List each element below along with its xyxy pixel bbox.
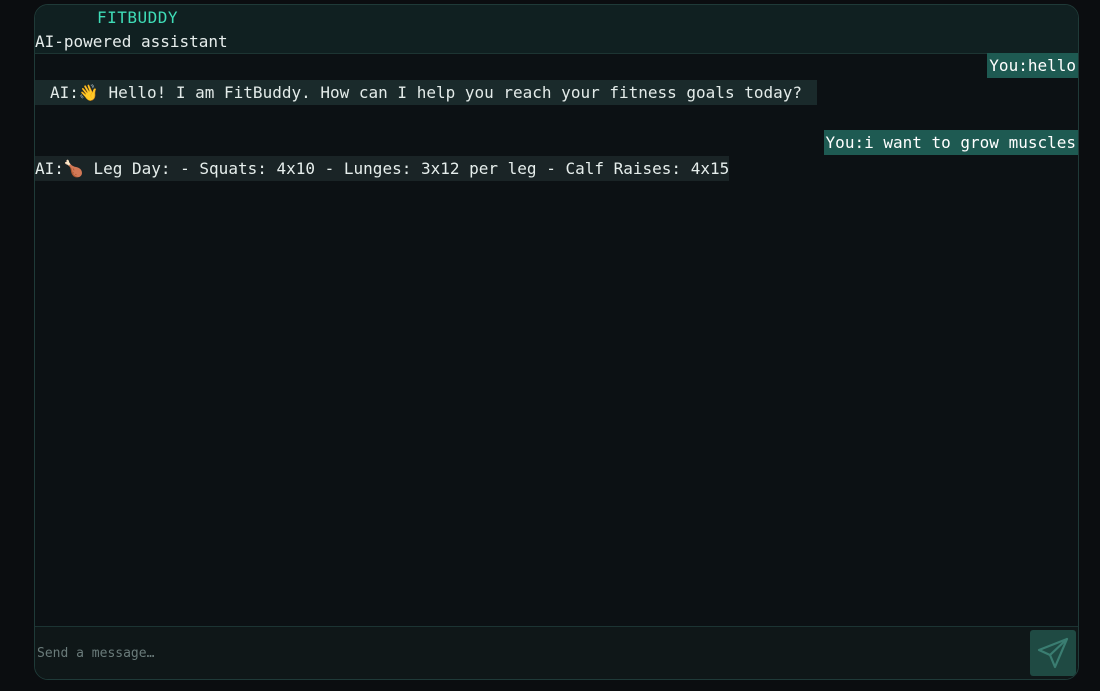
ai-message: AI:🍗 Leg Day: - Squats: 4x10 - Lunges: 3… [35, 156, 730, 181]
app-brand: FITBUDDY [97, 8, 179, 27]
ai-message: AI:👋 Hello! I am FitBuddy. How can I hel… [35, 80, 817, 105]
user-message: You:i want to grow muscles [823, 130, 1078, 155]
chat-window: FITBUDDY AI-powered assistant You:hello … [34, 4, 1079, 680]
user-message: You:hello [987, 53, 1078, 78]
send-button[interactable] [1030, 630, 1076, 676]
message-composer [35, 626, 1078, 679]
message-input[interactable] [35, 627, 1025, 679]
paper-plane-icon [1037, 637, 1069, 669]
app-subtitle: AI-powered assistant [35, 32, 228, 51]
chat-header: FITBUDDY AI-powered assistant [35, 5, 1078, 54]
message-list: You:hello AI:👋 Hello! I am FitBuddy. How… [35, 53, 1078, 627]
